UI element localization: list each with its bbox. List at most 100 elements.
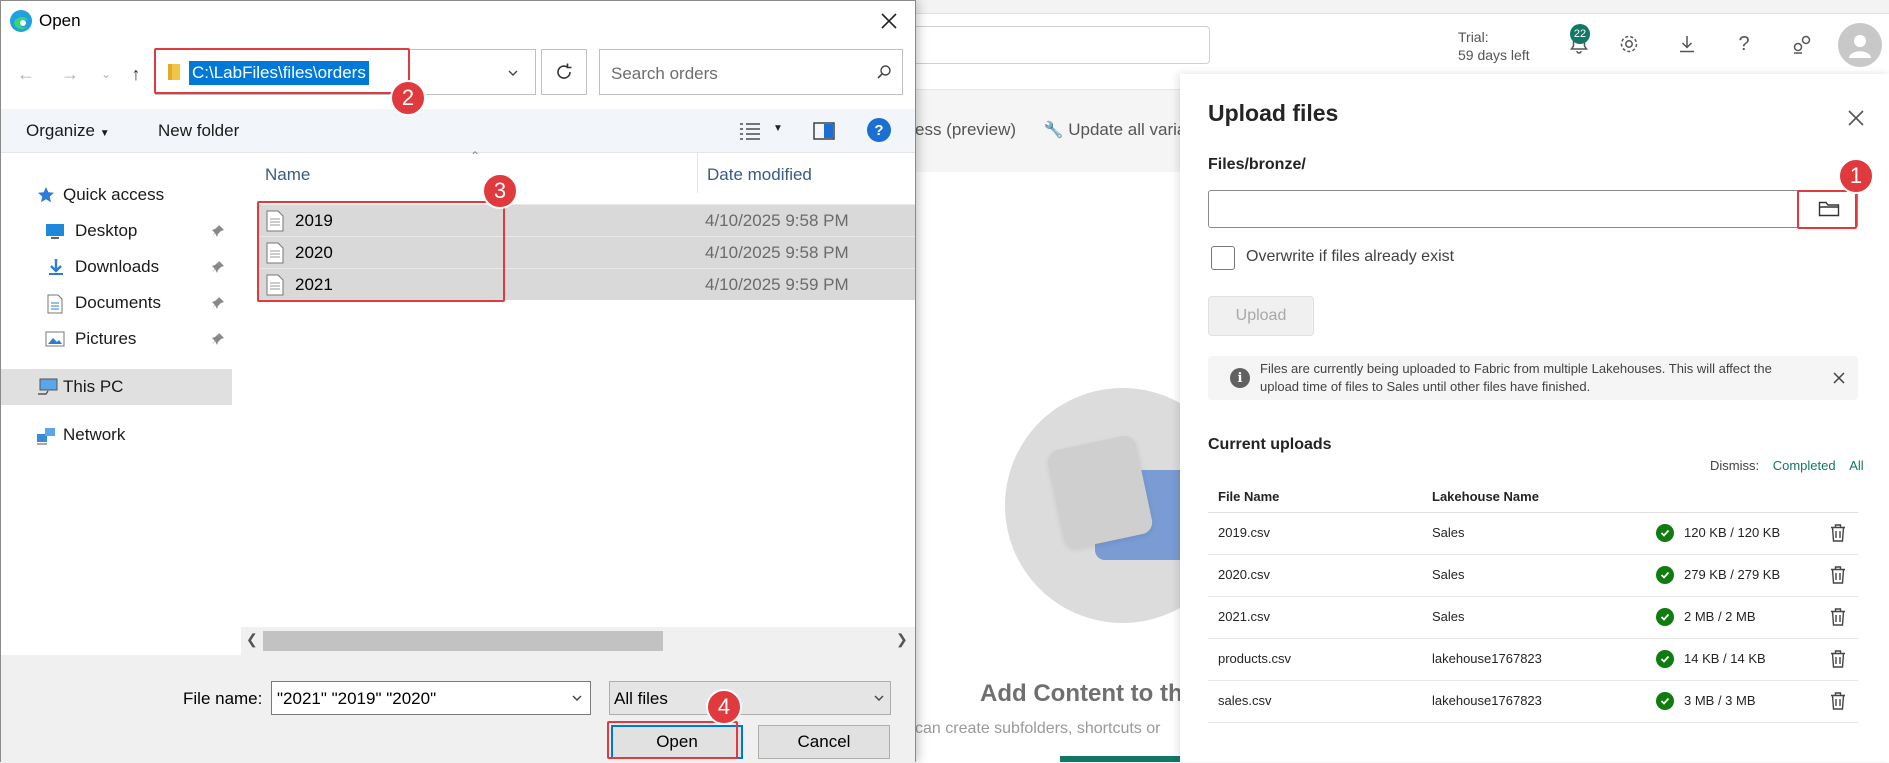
close-icon[interactable] <box>1842 104 1870 132</box>
column-lakehouse-name: Lakehouse Name <box>1432 489 1539 504</box>
sidebar-item-quick-access[interactable]: Quick access <box>1 177 232 213</box>
horizontal-scrollbar[interactable]: ❮ ❯ <box>241 627 915 655</box>
file-date: 4/10/2025 9:58 PM <box>705 243 849 262</box>
dismiss-completed-link[interactable]: Completed <box>1773 458 1836 473</box>
trash-icon[interactable] <box>1827 690 1849 712</box>
sidebar-item-pictures[interactable]: Pictures <box>1 321 232 357</box>
overwrite-checkbox[interactable] <box>1211 246 1235 270</box>
gear-icon[interactable] <box>1613 28 1645 60</box>
chevron-down-icon[interactable] <box>872 691 886 705</box>
sidebar-item-label: This PC <box>63 377 124 396</box>
network-icon <box>35 426 55 445</box>
check-icon <box>1656 650 1674 668</box>
forward-arrow-icon[interactable]: → <box>57 61 83 87</box>
step-4-badge: 4 <box>706 689 742 725</box>
sidebar-item-documents[interactable]: Documents <box>1 285 232 321</box>
upload-progress: 2 MB / 2 MB <box>1684 609 1756 624</box>
sidebar-item-label: Network <box>63 425 126 444</box>
green-accent-strip <box>1060 756 1190 762</box>
trash-icon[interactable] <box>1827 522 1849 544</box>
web-search-box[interactable] <box>905 26 1210 64</box>
check-icon <box>1656 524 1674 542</box>
sidebar-item-label: Quick access <box>63 185 165 204</box>
trash-icon[interactable] <box>1827 606 1849 628</box>
upload-panel-title: Upload files <box>1208 100 1339 126</box>
file-list-header: ⌃ Name Date modified <box>241 149 915 199</box>
upload-progress: 3 MB / 3 MB <box>1684 693 1756 708</box>
scroll-right-icon[interactable]: ❯ <box>896 631 908 648</box>
organize-menu[interactable]: Organize ▼ <box>26 121 110 141</box>
trial-label: Trial: <box>1458 29 1489 45</box>
share-icon[interactable] <box>1786 28 1818 60</box>
search-icon[interactable] <box>876 64 892 80</box>
upload-lakehouse-name: lakehouse1767823 <box>1432 651 1542 666</box>
search-input[interactable]: Search orders <box>599 49 903 95</box>
download-tray-icon[interactable] <box>1671 28 1703 60</box>
ribbon-item-preview[interactable]: ess (preview) <box>915 120 1016 139</box>
upload-progress: 120 KB / 120 KB <box>1684 525 1781 540</box>
trash-icon[interactable] <box>1827 648 1849 670</box>
avatar-icon[interactable] <box>1838 23 1882 67</box>
step-1-badge: 1 <box>1838 158 1874 194</box>
preview-pane-icon[interactable] <box>813 121 835 141</box>
upload-lakehouse-name: Sales <box>1432 567 1465 582</box>
step-3-highlight <box>257 201 505 302</box>
chevron-down-icon[interactable] <box>506 66 520 80</box>
overwrite-checkbox-label: Overwrite if files already exist <box>1246 248 1455 265</box>
view-options-chevron-icon[interactable]: ▼ <box>773 123 783 134</box>
file-path-input[interactable] <box>1208 190 1858 228</box>
navigation-pane: Quick access Desktop Downloads Documents… <box>1 153 233 651</box>
column-date-modified[interactable]: Date modified <box>707 165 812 185</box>
sidebar-item-network[interactable]: Network <box>1 417 232 453</box>
dismiss-label: Dismiss: <box>1710 458 1760 473</box>
sidebar-item-label: Downloads <box>75 257 160 276</box>
uploads-table: File Name Lakehouse Name 2019.csv Sales … <box>1208 477 1858 723</box>
close-icon[interactable] <box>1830 369 1848 387</box>
ribbon-item-update-variables[interactable]: Update all varial <box>1068 120 1190 139</box>
info-message-bar: i Files are currently being uploaded to … <box>1208 356 1858 400</box>
help-icon[interactable]: ? <box>867 118 891 142</box>
chevron-down-icon[interactable] <box>570 691 584 705</box>
trial-days-left: 59 days left <box>1458 47 1530 63</box>
download-icon <box>47 258 65 276</box>
upload-lakehouse-name: Sales <box>1432 525 1465 540</box>
column-name[interactable]: Name <box>265 165 310 185</box>
cancel-button[interactable]: Cancel <box>758 725 890 759</box>
pin-icon <box>211 331 225 345</box>
uploads-table-header: File Name Lakehouse Name <box>1208 477 1858 513</box>
open-file-dialog: Open ← → ⌄ ↑ C:\LabFiles\files\orders Se… <box>0 0 916 763</box>
file-date: 4/10/2025 9:59 PM <box>705 275 849 294</box>
sidebar-item-desktop[interactable]: Desktop <box>1 213 232 249</box>
pc-icon <box>37 378 58 396</box>
recent-locations-chevron-icon[interactable]: ⌄ <box>93 61 119 87</box>
column-separator[interactable] <box>697 153 698 193</box>
upload-button[interactable]: Upload <box>1208 296 1314 336</box>
sidebar-item-downloads[interactable]: Downloads <box>1 249 232 285</box>
edge-icon <box>9 9 33 33</box>
organize-label: Organize <box>26 121 95 140</box>
back-arrow-icon[interactable]: ← <box>13 61 39 87</box>
new-folder-button[interactable]: New folder <box>158 121 239 141</box>
close-icon[interactable] <box>877 9 901 33</box>
question-icon[interactable]: ? <box>1728 28 1760 60</box>
file-name-input[interactable]: "2021" "2019" "2020" <box>271 681 591 715</box>
current-uploads-title: Current uploads <box>1208 436 1332 453</box>
file-type-value: All files <box>614 689 668 708</box>
upload-progress: 14 KB / 14 KB <box>1684 651 1766 666</box>
up-arrow-icon[interactable]: ↑ <box>123 61 149 87</box>
dismiss-all-link[interactable]: All <box>1849 458 1863 473</box>
sidebar-item-this-pc[interactable]: This PC <box>1 369 232 405</box>
table-row: 2019.csv Sales 120 KB / 120 KB <box>1208 513 1858 555</box>
scrollbar-thumb[interactable] <box>263 631 663 651</box>
refresh-icon[interactable] <box>541 49 587 95</box>
view-icon[interactable] <box>739 121 761 141</box>
document-icon <box>47 294 65 314</box>
scroll-left-icon[interactable]: ❮ <box>246 631 258 648</box>
dialog-toolbar: Organize ▼ New folder ▼ ? <box>1 109 915 153</box>
dialog-footer: File name: "2021" "2019" "2020" All file… <box>1 655 915 763</box>
file-date: 4/10/2025 9:58 PM <box>705 211 849 230</box>
upload-file-name: 2019.csv <box>1218 525 1271 540</box>
file-type-select[interactable]: All files <box>609 681 891 715</box>
upload-file-name: sales.csv <box>1218 693 1272 708</box>
trash-icon[interactable] <box>1827 564 1849 586</box>
